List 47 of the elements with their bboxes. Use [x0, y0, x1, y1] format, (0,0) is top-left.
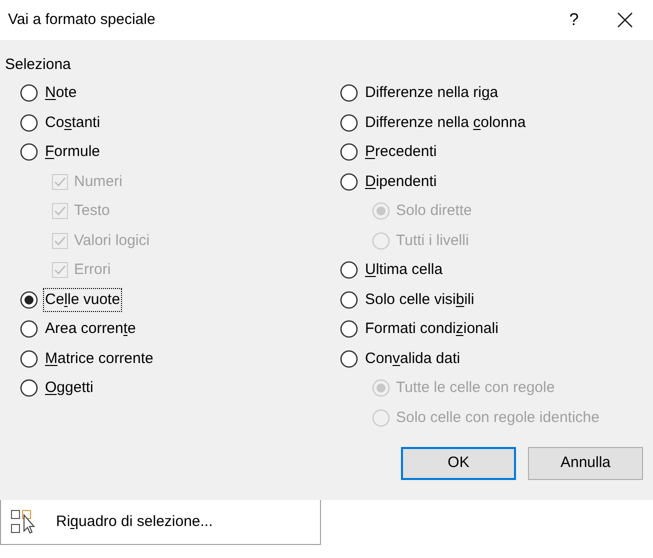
radio-icon[interactable]	[20, 379, 38, 398]
option-label: Convalida dati	[364, 348, 462, 368]
radio-icon[interactable]	[340, 320, 358, 338]
option-label: Tutti i livelli	[396, 230, 469, 250]
option-label: Testo	[74, 201, 110, 221]
option-label: Differenze nella colonna	[364, 112, 527, 132]
option-label: Solo celle con regole identiche	[396, 408, 600, 428]
selection-pane-icon	[10, 509, 36, 535]
radio-icon[interactable]	[340, 350, 358, 368]
option-label: Differenze nella riga	[364, 83, 500, 103]
radio-icon[interactable]	[340, 143, 358, 162]
radio-icon[interactable]	[340, 84, 358, 102]
option-label: Solo celle visibili	[364, 290, 476, 310]
option-label: Formule	[44, 142, 102, 162]
option-label: Formati condizionali	[364, 319, 500, 339]
option-label: Errori	[74, 260, 111, 280]
group-title: Seleziona	[5, 56, 71, 73]
radio-icon[interactable]	[340, 172, 358, 191]
option-label: Ultima cella	[364, 260, 444, 280]
radio-icon[interactable]	[20, 114, 38, 132]
cancel-button[interactable]: Annulla	[528, 446, 643, 480]
option-label: Solo dirette	[396, 201, 472, 221]
window-title: Vai a formato speciale	[8, 10, 156, 30]
radio-icon[interactable]	[20, 320, 38, 338]
option-label: Valori logici	[74, 230, 150, 250]
option-label: Numeri	[74, 172, 122, 192]
option-label: Precedenti	[364, 142, 438, 162]
menu-item[interactable]: Riquadro di selezione...	[0, 500, 321, 545]
radio-icon[interactable]	[340, 261, 358, 280]
option-label: Costanti	[44, 112, 102, 132]
selected-radio-icon[interactable]	[20, 290, 38, 309]
radio-icon[interactable]	[340, 290, 358, 309]
close-icon	[617, 12, 633, 28]
option-label: Dipendenti	[364, 172, 438, 192]
radio-icon[interactable]	[340, 114, 358, 132]
option-label: Note	[44, 83, 78, 103]
option-label: Celle vuote	[44, 288, 122, 311]
option-label: Matrice corrente	[44, 348, 154, 368]
menu-item-label: Riquadro di selezione...	[56, 512, 213, 532]
option-label: Oggetti	[44, 378, 94, 398]
radio-icon[interactable]	[20, 84, 38, 102]
help-button[interactable]: ?	[551, 0, 597, 40]
ok-button[interactable]: OK	[401, 446, 516, 480]
option-label: Tutte le celle con regole	[396, 378, 555, 398]
radio-icon[interactable]	[20, 143, 38, 162]
option-label: Area corrente	[44, 319, 137, 339]
radio-icon[interactable]	[20, 350, 38, 368]
